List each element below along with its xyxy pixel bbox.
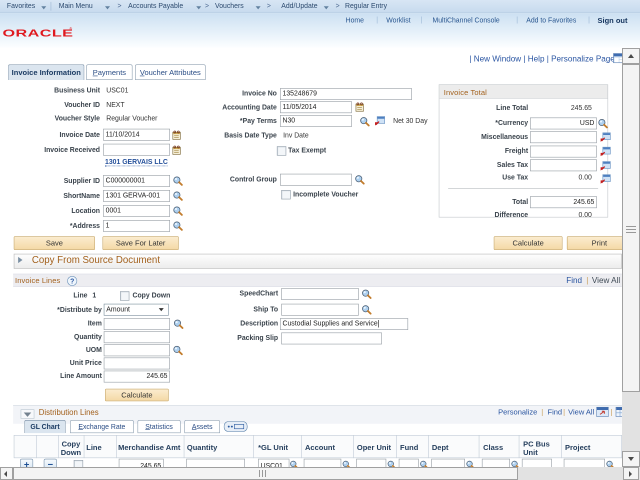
svg-text:?: ? — [70, 278, 74, 285]
